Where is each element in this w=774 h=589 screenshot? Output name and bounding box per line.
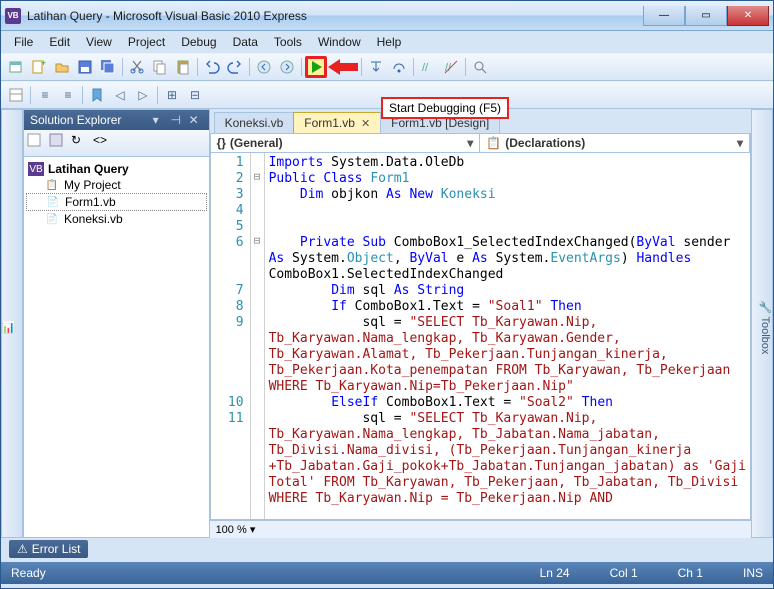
window-title: Latihan Query - Microsoft Visual Basic 2… [27,9,643,23]
statusbar: Ready Ln 24 Col 1 Ch 1 INS [1,562,773,584]
vb-project-icon: VB [28,162,44,176]
menu-edit[interactable]: Edit [42,33,77,51]
scope-combo-right[interactable]: 📋 (Declarations)▾ [480,134,750,152]
start-debug-button[interactable] [305,56,327,78]
titlebar: VB Latihan Query - Microsoft Visual Basi… [1,1,773,31]
new-project-icon[interactable] [5,56,27,78]
code-text[interactable]: Imports System.Data.OleDb Public Class F… [265,153,750,519]
error-list-tab[interactable]: ⚠ Error List [9,540,88,558]
right-sidebar-tabs: 🔧 Toolbox 🔧 Properties [751,109,773,538]
menu-tools[interactable]: Tools [267,33,309,51]
namespace-icon: {} [217,136,226,150]
save-all-icon[interactable] [97,56,119,78]
project-node[interactable]: VB Latihan Query [26,161,207,177]
status-ready: Ready [11,566,46,580]
maximize-button[interactable]: ▭ [685,6,727,26]
main-toolbar: + // // [1,53,773,81]
app-icon: VB [5,8,21,24]
code-editor[interactable]: 123456 789 1011 ⊟ ⊟ Imports System.Data.… [210,153,751,520]
error-icon: ⚠ [17,542,28,556]
scope-combo-left[interactable]: {} (General)▾ [211,134,481,152]
panel-pin-icon[interactable]: ⊣ [171,113,185,127]
menu-view[interactable]: View [79,33,119,51]
properties-icon[interactable] [27,133,47,153]
status-col: Col 1 [610,566,638,580]
bookmark-prev-icon[interactable]: ◁ [109,84,131,106]
comment-icon[interactable]: // [417,56,439,78]
chevron-down-icon: ▾ [467,136,473,150]
start-debug-tooltip: Start Debugging (F5) [381,97,509,119]
nav-back-icon[interactable] [253,56,275,78]
form-icon: 📄 [45,195,61,209]
redo-icon[interactable] [224,56,246,78]
status-line: Ln 24 [540,566,570,580]
data-sources-tab[interactable]: 📊Data Sources [1,109,23,538]
close-button[interactable]: ✕ [727,6,769,26]
undo-icon[interactable] [201,56,223,78]
tab-koneksi[interactable]: Koneksi.vb [214,112,295,133]
status-ins: INS [743,566,763,580]
paste-icon[interactable] [172,56,194,78]
status-ch: Ch 1 [678,566,703,580]
find-icon[interactable] [469,56,491,78]
solution-explorer: Solution Explorer ▾ ⊣ ✕ ↻ <> VB Latihan … [23,109,210,538]
editor-zone: Koneksi.vb Form1.vb✕ Form1.vb [Design] {… [210,109,751,538]
panel-close-icon[interactable]: ✕ [189,113,203,127]
tab-form1[interactable]: Form1.vb✕ [293,112,381,133]
step-into-icon[interactable] [365,56,387,78]
zoom-indicator[interactable]: 100 % ▾ [210,520,751,538]
show-all-icon[interactable] [49,133,69,153]
svg-text://: // [422,62,429,74]
toggle-icon[interactable]: ⊞ [161,84,183,106]
view-code-icon[interactable]: <> [93,133,113,153]
line-number-gutter: 123456 789 1011 [211,153,251,519]
menu-debug[interactable]: Debug [174,33,223,51]
open-icon[interactable] [51,56,73,78]
declarations-icon: 📋 [486,136,501,150]
toolbox-tab[interactable]: 🔧 Toolbox [759,118,772,537]
menubar: File Edit View Project Debug Data Tools … [1,31,773,53]
outline-gutter[interactable]: ⊟ ⊟ [251,153,265,519]
myproject-icon: 📋 [44,178,60,192]
bookmark-icon[interactable] [86,84,108,106]
bottom-panel-tabs: ⚠ Error List [1,538,773,562]
refresh-icon[interactable]: ↻ [71,133,91,153]
nav-fwd-icon[interactable] [276,56,298,78]
indent-icon[interactable]: ≡ [34,84,56,106]
menu-file[interactable]: File [7,33,40,51]
add-item-icon[interactable]: + [28,56,50,78]
object-browser-icon[interactable] [5,84,27,106]
tree-item-form1[interactable]: 📄 Form1.vb [26,193,207,211]
minimize-button[interactable]: — [643,6,685,26]
menu-help[interactable]: Help [370,33,409,51]
panel-title: Solution Explorer [30,113,121,127]
menu-window[interactable]: Window [311,33,368,51]
cut-icon[interactable] [126,56,148,78]
vb-file-icon: 📄 [44,212,60,226]
tree-item-myproject[interactable]: 📋 My Project [26,177,207,193]
step-over-icon[interactable] [388,56,410,78]
uncomment-icon[interactable]: // [440,56,462,78]
toggle2-icon[interactable]: ⊟ [184,84,206,106]
annotation-arrow-icon [328,57,358,77]
copy-icon[interactable] [149,56,171,78]
menu-project[interactable]: Project [121,33,172,51]
panel-dropdown-icon[interactable]: ▾ [153,113,167,127]
tab-close-icon[interactable]: ✕ [361,117,370,130]
svg-text:+: + [41,59,46,68]
bookmark-next-icon[interactable]: ▷ [132,84,154,106]
outdent-icon[interactable]: ≡ [57,84,79,106]
solution-tree: VB Latihan Query 📋 My Project 📄 Form1.vb… [24,157,209,231]
menu-data[interactable]: Data [226,33,265,51]
tree-item-koneksi[interactable]: 📄 Koneksi.vb [26,211,207,227]
save-icon[interactable] [74,56,96,78]
